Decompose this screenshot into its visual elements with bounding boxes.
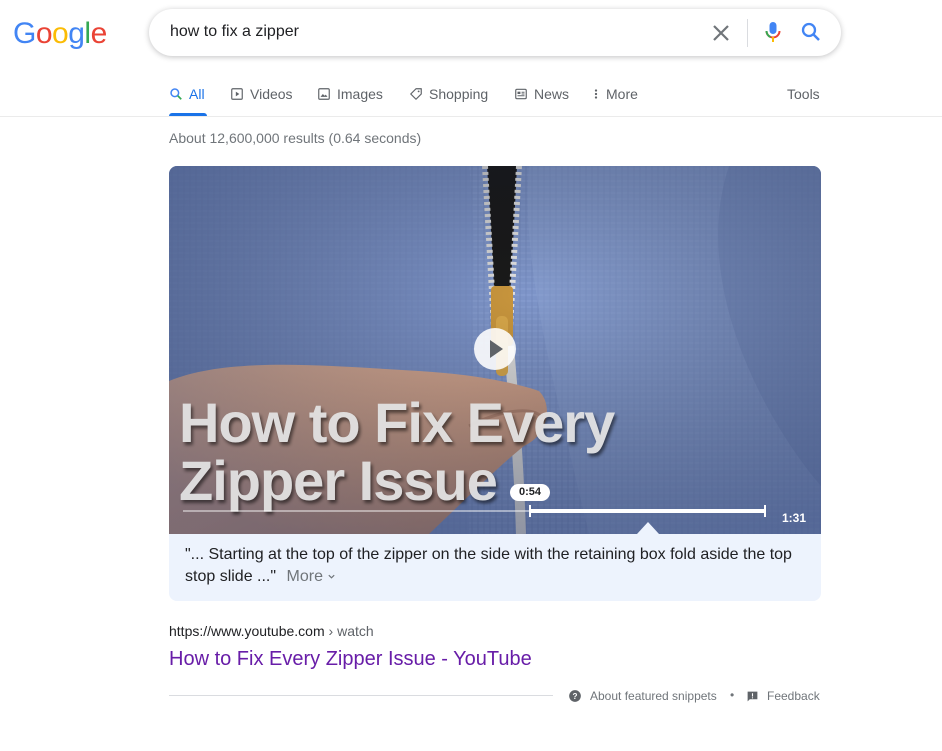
result-url[interactable]: https://www.youtube.com › watch xyxy=(169,623,374,639)
tab-label: All xyxy=(189,86,205,102)
video-duration: 1:31 xyxy=(782,511,807,525)
search-input[interactable]: how to fix a zipper xyxy=(170,23,299,41)
tab-label: Videos xyxy=(250,86,293,102)
active-tab-indicator xyxy=(169,113,207,116)
tab-label: Shopping xyxy=(429,86,489,102)
footer-separator: • xyxy=(730,688,735,702)
google-logo[interactable]: Google xyxy=(13,17,107,51)
logo-letter: o xyxy=(35,17,53,50)
result-breadcrumb: › watch xyxy=(324,623,374,639)
tab-label: Images xyxy=(337,86,383,102)
feedback-icon xyxy=(747,691,758,701)
result-stats: About 12,600,000 results (0.64 seconds) xyxy=(169,130,422,146)
result-title-link[interactable]: How to Fix Every Zipper Issue - YouTube xyxy=(169,648,532,671)
tools-button[interactable]: Tools xyxy=(787,86,820,102)
about-featured-snippets-link[interactable]: ? About featured snippets xyxy=(568,689,717,703)
more-label: More xyxy=(286,568,323,585)
tab-label: More xyxy=(606,86,638,102)
tag-icon xyxy=(410,88,422,100)
feedback-link[interactable]: Feedback xyxy=(746,689,820,703)
tab-images[interactable]: Images xyxy=(317,84,383,116)
tab-label: News xyxy=(534,86,570,102)
tab-more[interactable]: More xyxy=(592,84,638,116)
kebab-icon xyxy=(594,89,598,99)
play-icon[interactable] xyxy=(474,328,516,370)
image-icon xyxy=(318,88,330,100)
tab-shopping[interactable]: Shopping xyxy=(409,84,488,116)
about-label: About featured snippets xyxy=(590,689,717,703)
logo-letter: e xyxy=(90,17,108,50)
clear-icon[interactable] xyxy=(709,21,733,45)
logo-letter: G xyxy=(13,17,36,50)
video-player[interactable]: How to Fix Every Zipper Issue 0:54 1:31 xyxy=(169,166,821,534)
overlay-line-1: How to Fix Every xyxy=(179,391,615,454)
logo-letter: g xyxy=(68,17,85,50)
search-box[interactable]: how to fix a zipper xyxy=(149,9,841,56)
microphone-icon[interactable] xyxy=(761,20,785,44)
footer-divider xyxy=(169,695,553,696)
help-icon: ? xyxy=(569,690,581,702)
search-icon xyxy=(170,88,182,100)
snippet-quote: "... Starting at the top of the zipper o… xyxy=(185,546,792,585)
snippet-text: "... Starting at the top of the zipper o… xyxy=(185,544,805,588)
tab-all[interactable]: All xyxy=(169,84,205,116)
snippet-pointer xyxy=(637,522,659,534)
progress-marker-start xyxy=(529,505,531,517)
progress-segment xyxy=(530,509,765,513)
result-domain: https://www.youtube.com xyxy=(169,623,325,639)
chevron-down-icon xyxy=(328,574,336,579)
featured-video-card: How to Fix Every Zipper Issue 0:54 1:31 … xyxy=(169,166,821,601)
progress-marker-end xyxy=(764,505,766,517)
search-icon[interactable] xyxy=(799,20,823,44)
svg-text:?: ? xyxy=(573,692,578,701)
newspaper-icon xyxy=(515,88,527,100)
tab-videos[interactable]: Videos xyxy=(230,84,293,116)
logo-letter: o xyxy=(52,17,69,50)
feedback-label: Feedback xyxy=(767,689,820,703)
snippet-more-link[interactable]: More xyxy=(287,568,337,585)
search-divider xyxy=(747,19,748,47)
overlay-line-2: Zipper Issue xyxy=(179,449,498,512)
current-time-badge: 0:54 xyxy=(510,484,550,501)
play-box-icon xyxy=(231,88,243,100)
tab-news[interactable]: News xyxy=(514,84,569,116)
